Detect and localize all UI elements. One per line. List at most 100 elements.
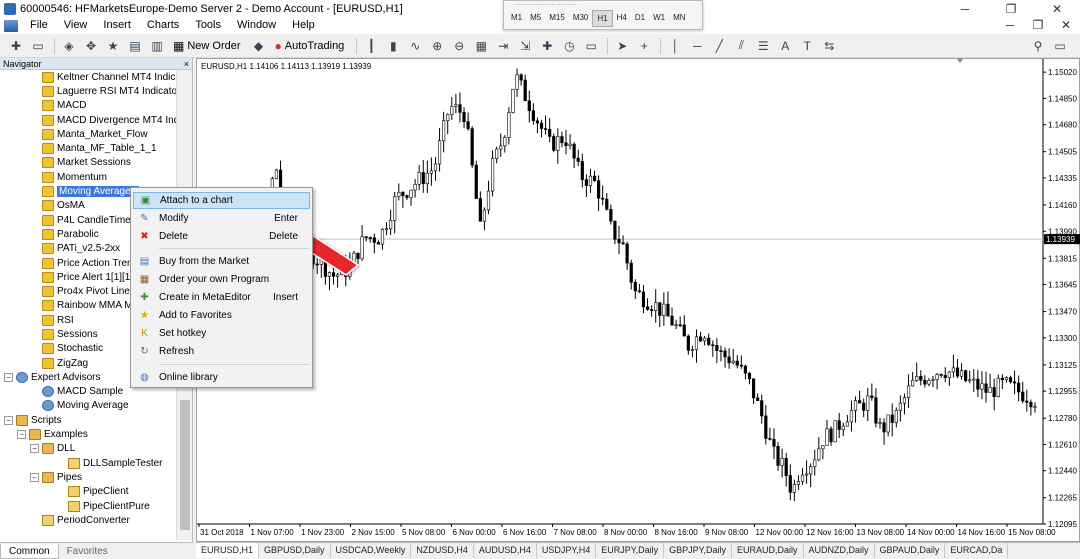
navigator-item[interactable]: Momentum bbox=[0, 170, 176, 184]
navigator-item[interactable]: Keltner Channel MT4 Indicat bbox=[0, 70, 176, 84]
menu-help[interactable]: Help bbox=[284, 17, 323, 34]
timeframe-d1[interactable]: D1 bbox=[631, 10, 649, 27]
zoom-in-icon[interactable]: ⊕ bbox=[427, 37, 447, 55]
navigator-close-icon[interactable]: × bbox=[184, 59, 189, 69]
context-menu-item[interactable]: K Set hotkey bbox=[133, 325, 310, 342]
chart-close-button[interactable]: ✕ bbox=[1052, 17, 1080, 34]
text-label-icon[interactable]: T bbox=[797, 37, 817, 55]
chat-icon[interactable]: ▭ bbox=[1050, 37, 1070, 55]
timeframe-m1[interactable]: M1 bbox=[507, 10, 526, 27]
timeframe-mn[interactable]: MN bbox=[669, 10, 689, 27]
profiles-icon[interactable]: ▭ bbox=[28, 37, 48, 55]
menu-tools[interactable]: Tools bbox=[187, 17, 229, 34]
maximize-button[interactable]: ❐ bbox=[988, 0, 1034, 17]
navigator-item[interactable]: PeriodConverter bbox=[0, 513, 176, 527]
context-menu-item[interactable]: ✎ Modify Enter bbox=[133, 210, 310, 227]
chart-minimize-button[interactable]: ─ bbox=[996, 17, 1024, 34]
autoscroll-icon[interactable]: ⇲ bbox=[515, 37, 535, 55]
text-icon[interactable]: A bbox=[775, 37, 795, 55]
zoom-out-icon[interactable]: ⊖ bbox=[449, 37, 469, 55]
timeframe-m30[interactable]: M30 bbox=[569, 10, 593, 27]
timeframe-h4[interactable]: H4 bbox=[613, 10, 631, 27]
navigator-item[interactable]: − DLL bbox=[0, 442, 176, 456]
context-menu-item[interactable]: ▣ Attach to a chart bbox=[133, 192, 310, 209]
chart-shift-icon[interactable]: ⇥ bbox=[493, 37, 513, 55]
candlesticks-icon[interactable]: ▮ bbox=[383, 37, 403, 55]
chart-restore-button[interactable]: ❐ bbox=[1024, 17, 1052, 34]
navigator-item[interactable]: Moving Average bbox=[0, 399, 176, 413]
navigator-item[interactable]: Laguerre RSI MT4 Indicator bbox=[0, 84, 176, 98]
tab-common[interactable]: Common bbox=[0, 544, 59, 559]
data-window-icon[interactable]: ✥ bbox=[81, 37, 101, 55]
navigator-item[interactable]: MACD Divergence MT4 Indic bbox=[0, 113, 176, 127]
context-menu-item[interactable]: ✚ Create in MetaEditor Insert bbox=[133, 289, 310, 306]
chart-tab[interactable]: EURCAD,Da bbox=[945, 543, 1009, 558]
context-menu-item[interactable]: ▤ Buy from the Market bbox=[133, 253, 310, 270]
templates-icon[interactable]: ▭ bbox=[581, 37, 601, 55]
tree-expander-icon[interactable]: − bbox=[30, 472, 39, 482]
timeframe-w1[interactable]: W1 bbox=[649, 10, 669, 27]
terminal-icon[interactable]: ▤ bbox=[125, 37, 145, 55]
chart-window-icon[interactable] bbox=[4, 19, 18, 32]
vertical-line-icon[interactable]: │ bbox=[665, 37, 685, 55]
menu-charts[interactable]: Charts bbox=[139, 17, 187, 34]
context-menu-item[interactable]: ★ Add to Favorites bbox=[133, 307, 310, 324]
navigator-item[interactable]: − Examples bbox=[0, 427, 176, 441]
chart-tab[interactable]: GBPAUD,Daily bbox=[875, 543, 946, 558]
navigator-scroll-thumb[interactable] bbox=[180, 400, 190, 530]
price-chart[interactable]: 1.15020 1.14850 1.14680 1.14505 1.14335 1.141… bbox=[197, 59, 1080, 543]
navigator-item[interactable]: Market Sessions bbox=[0, 156, 176, 170]
tree-expander-icon[interactable]: − bbox=[30, 444, 39, 454]
context-menu-item[interactable]: ◍ Online library bbox=[133, 369, 310, 386]
new-order-button[interactable]: ▦ New Order bbox=[169, 36, 245, 56]
menu-window[interactable]: Window bbox=[229, 17, 284, 34]
navigator-icon[interactable]: ★ bbox=[103, 37, 123, 55]
tree-expander-icon[interactable]: − bbox=[17, 430, 26, 440]
new-chart-icon[interactable]: ✚ bbox=[6, 37, 26, 55]
bar-chart-icon[interactable]: ┃ bbox=[361, 37, 381, 55]
indicators-icon[interactable]: ✚ bbox=[537, 37, 557, 55]
navigator-item[interactable]: − Scripts bbox=[0, 413, 176, 427]
navigator-item[interactable]: DLLSampleTester bbox=[0, 456, 176, 470]
tab-favorites[interactable]: Favorites bbox=[59, 544, 116, 559]
chart-tab[interactable]: EURAUD,Daily bbox=[732, 543, 804, 558]
tile-windows-icon[interactable]: ▦ bbox=[471, 37, 491, 55]
periods-icon[interactable]: ◷ bbox=[559, 37, 579, 55]
navigator-item[interactable]: Manta_Market_Flow bbox=[0, 127, 176, 141]
line-chart-icon[interactable]: ∿ bbox=[405, 37, 425, 55]
chart-tab[interactable]: USDCAD,Weekly bbox=[331, 543, 412, 558]
minimize-button[interactable]: ─ bbox=[942, 0, 988, 17]
cursor-icon[interactable]: ➤ bbox=[612, 37, 632, 55]
menu-file[interactable]: File bbox=[22, 17, 56, 34]
navigator-item[interactable]: − Pipes bbox=[0, 470, 176, 484]
navigator-item[interactable]: MACD bbox=[0, 99, 176, 113]
chart-tab[interactable]: AUDNZD,Daily bbox=[804, 543, 875, 558]
strategy-tester-icon[interactable]: ▥ bbox=[147, 37, 167, 55]
menu-insert[interactable]: Insert bbox=[95, 17, 139, 34]
chart-tab[interactable]: GBPJPY,Daily bbox=[664, 543, 732, 558]
trendline-icon[interactable]: ╱ bbox=[709, 37, 729, 55]
chart-tab[interactable]: EURJPY,Daily bbox=[596, 543, 665, 558]
chart-tab[interactable]: USDJPY,H4 bbox=[537, 543, 597, 558]
navigator-item[interactable]: PipeClientPure bbox=[0, 499, 176, 513]
timeframe-m15[interactable]: M15 bbox=[545, 10, 569, 27]
chart-tab[interactable]: GBPUSD,Daily bbox=[259, 543, 331, 558]
menu-view[interactable]: View bbox=[56, 17, 96, 34]
market-watch-icon[interactable]: ◈ bbox=[59, 37, 79, 55]
context-menu-item[interactable]: ↻ Refresh bbox=[133, 343, 310, 360]
navigator-item[interactable]: PipeClient bbox=[0, 485, 176, 499]
fibonacci-icon[interactable]: ☰ bbox=[753, 37, 773, 55]
arrows-icon[interactable]: ⇆ bbox=[819, 37, 839, 55]
navigator-item[interactable]: Manta_MF_Table_1_1 bbox=[0, 141, 176, 155]
metaeditor-icon[interactable]: ◆ bbox=[249, 37, 269, 55]
chart-tab[interactable]: AUDUSD,H4 bbox=[474, 543, 537, 558]
tree-expander-icon[interactable]: − bbox=[4, 415, 13, 425]
search-icon[interactable]: ⚲ bbox=[1028, 37, 1048, 55]
chart-window[interactable]: 1.15020 1.14850 1.14680 1.14505 1.14335 1.141… bbox=[196, 58, 1080, 542]
context-menu-item[interactable]: ▦ Order your own Program bbox=[133, 271, 310, 288]
horizontal-line-icon[interactable]: ─ bbox=[687, 37, 707, 55]
chart-tab[interactable]: EURUSD,H1 bbox=[196, 543, 260, 558]
equidistant-channel-icon[interactable]: ⫽ bbox=[731, 37, 751, 55]
timeframe-h1[interactable]: H1 bbox=[592, 10, 613, 27]
chart-tab[interactable]: NZDUSD,H4 bbox=[411, 543, 474, 558]
